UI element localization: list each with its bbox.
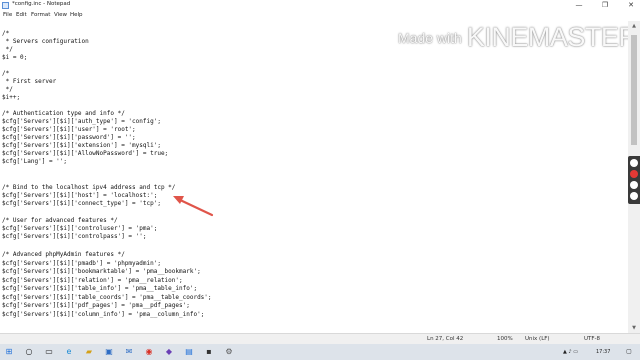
encoding: UTF-8 [584, 336, 601, 342]
recorder-record-icon[interactable] [630, 170, 638, 178]
watermark-made-with: Made with [398, 30, 462, 46]
kinemaster-watermark: Made with KINEMASTER [398, 22, 638, 53]
window-title: *config.inc - Notepad [12, 1, 71, 7]
menu-bar: File Edit Format View Help [0, 11, 640, 21]
scroll-up-icon[interactable]: ▲ [628, 21, 640, 31]
code-line: $cfg['Servers'][$i]['controluser'] = 'pm… [2, 225, 158, 232]
scroll-thumb[interactable] [631, 35, 637, 145]
tray-icons[interactable]: ▲ ♪ ▭ [563, 349, 578, 355]
cursor-position: Ln 27, Col 42 [427, 336, 464, 342]
task-view-icon[interactable]: ▭ [44, 347, 54, 357]
screen-recorder-toolbar [628, 156, 640, 204]
notification-icon[interactable]: ▢ [624, 347, 634, 357]
recorder-pause-icon[interactable] [630, 181, 638, 189]
code-line: $cfg['Servers'][$i]['connect_type'] = 't… [2, 200, 161, 207]
code-line: $cfg['Servers'][$i]['pdf_pages'] = 'pma_… [2, 302, 190, 309]
code-line: $cfg['Servers'][$i]['table_info'] = 'pma… [2, 285, 198, 292]
line-ending: Unix (LF) [525, 336, 550, 342]
windows-taskbar: ⊞ ○ ▭ e ▰ ▣ ✉ ◉ ◆ ▤ ▪ ⚙ ▲ ♪ ▭ 17:37 ▢ [0, 344, 640, 360]
settings-icon[interactable]: ⚙ [224, 347, 234, 357]
title-bar: *config.inc - Notepad — ❐ ✕ [0, 0, 640, 11]
menu-format[interactable]: Format [31, 12, 50, 18]
code-line: /* Advanced phpMyAdmin features */ [2, 251, 125, 258]
recorder-settings-icon[interactable] [630, 192, 638, 200]
store-icon[interactable]: ▣ [104, 347, 114, 357]
code-line: $i++; [2, 94, 21, 101]
search-icon[interactable]: ○ [24, 347, 34, 357]
code-line: $cfg['Servers'][$i]['column_info'] = 'pm… [2, 311, 205, 318]
code-line: $cfg['Servers'][$i]['extension'] = 'mysq… [2, 142, 161, 149]
code-line: */ [2, 86, 13, 93]
code-line: $cfg['Servers'][$i]['user'] = 'root'; [2, 126, 136, 133]
code-line: * First server [2, 78, 57, 85]
explorer-icon[interactable]: ▰ [84, 347, 94, 357]
code-line: $cfg['Servers'][$i]['password'] = ''; [2, 134, 136, 141]
annotation-arrow-icon [173, 196, 214, 217]
code-line: /* [2, 70, 10, 77]
menu-file[interactable]: File [3, 12, 12, 18]
notepad-icon[interactable]: ▤ [184, 347, 194, 357]
code-line: /* Authentication type and info */ [2, 110, 125, 117]
vscode-icon[interactable]: ◆ [164, 347, 174, 357]
code-line: $cfg['Servers'][$i]['controlpass'] = ''; [2, 233, 147, 240]
code-line: $cfg['Servers'][$i]['table_coords'] = 'p… [2, 294, 212, 301]
code-line: * Servers configuration [2, 38, 89, 45]
scroll-down-icon[interactable]: ▼ [628, 323, 640, 333]
zoom-level: 100% [497, 336, 513, 342]
menu-help[interactable]: Help [70, 12, 83, 18]
recorder-camera-icon[interactable] [630, 159, 638, 167]
code-line: /* [2, 30, 10, 37]
terminal-icon[interactable]: ▪ [204, 347, 214, 357]
code-line: $cfg['Servers'][$i]['AllowNoPassword'] =… [2, 150, 169, 157]
menu-view[interactable]: View [54, 12, 67, 18]
watermark-brand: KINEMASTER [466, 22, 638, 52]
close-button[interactable]: ✕ [624, 0, 638, 11]
code-line: $cfg['Lang'] = ''; [2, 158, 68, 165]
mail-icon[interactable]: ✉ [124, 347, 134, 357]
windows-icon[interactable]: ⊞ [4, 347, 14, 357]
minimize-button[interactable]: — [572, 0, 586, 11]
notepad-app-icon [2, 2, 9, 9]
clock[interactable]: 17:37 [596, 349, 610, 355]
code-line: $cfg['Servers'][$i]['bookmarktable'] = '… [2, 268, 201, 275]
menu-edit[interactable]: Edit [16, 12, 27, 18]
code-line: $cfg['Servers'][$i]['relation'] = 'pma__… [2, 277, 183, 284]
maximize-button[interactable]: ❐ [598, 0, 612, 11]
code-line: /* User for advanced features */ [2, 217, 118, 224]
code-line: $cfg['Servers'][$i]['auth_type'] = 'conf… [2, 118, 161, 125]
edge-icon[interactable]: e [64, 347, 74, 357]
code-line: $cfg['Servers'][$i]['pmadb'] = 'phpmyadm… [2, 260, 161, 267]
text-editor[interactable]: /* * Servers configuration */ $i = 0; /*… [0, 21, 626, 333]
code-line: $cfg['Servers'][$i]['host'] = 'localhost… [2, 192, 158, 199]
chrome-icon[interactable]: ◉ [144, 347, 154, 357]
code-line: */ [2, 46, 13, 53]
code-line: /* Bind to the localhost ipv4 address an… [2, 184, 176, 191]
code-line: $i = 0; [2, 54, 28, 61]
status-bar: Ln 27, Col 42 100% Unix (LF) UTF-8 [0, 333, 640, 344]
